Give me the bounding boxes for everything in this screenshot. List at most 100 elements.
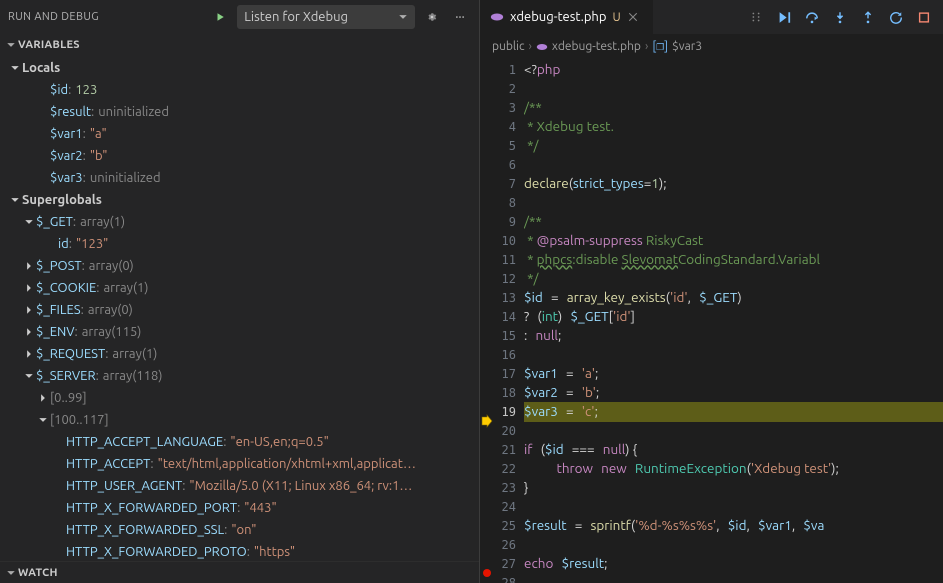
code-editor[interactable]: 1<?php23/**4 * Xdebug test.5 */67declare…: [480, 60, 943, 583]
code-line[interactable]: 24: [480, 497, 943, 516]
code-line[interactable]: 17$var1 = 'a';: [480, 364, 943, 383]
variable-row[interactable]: HTTP_X_FORWARDED_PROTO: "https": [0, 541, 479, 561]
line-number[interactable]: 23: [494, 481, 524, 495]
code-line[interactable]: 14? (int) $_GET['id']: [480, 307, 943, 326]
chevron-right-icon[interactable]: [22, 303, 36, 317]
line-number[interactable]: 25: [494, 519, 524, 533]
more-actions-button[interactable]: [449, 6, 471, 28]
step-over-button[interactable]: [799, 4, 825, 30]
chevron-right-icon[interactable]: [22, 259, 36, 273]
step-into-button[interactable]: [827, 4, 853, 30]
line-content[interactable]: : null;: [524, 326, 943, 346]
line-number[interactable]: 16: [494, 348, 524, 362]
line-content[interactable]: /**: [524, 212, 943, 232]
variable-row[interactable]: $var3: uninitialized: [0, 167, 479, 189]
line-number[interactable]: 5: [494, 139, 524, 153]
code-line[interactable]: 20: [480, 421, 943, 440]
line-content[interactable]: echo $result;: [524, 554, 943, 574]
code-line[interactable]: 13$id = array_key_exists('id', $_GET): [480, 288, 943, 307]
variable-row[interactable]: HTTP_X_FORWARDED_SSL: "on": [0, 519, 479, 541]
line-number[interactable]: 20: [494, 424, 524, 438]
code-line[interactable]: 3/**: [480, 98, 943, 117]
line-number[interactable]: 28: [494, 576, 524, 583]
code-line[interactable]: 23}: [480, 478, 943, 497]
line-content[interactable]: $result = sprintf('%d-%s%s%s', $id, $var…: [524, 516, 943, 536]
line-content[interactable]: $var1 = 'a';: [524, 364, 943, 384]
chevron-down-icon[interactable]: [22, 215, 36, 229]
chevron-down-icon[interactable]: [22, 369, 36, 383]
variable-row[interactable]: $id: 123: [0, 79, 479, 101]
chevron-right-icon[interactable]: [36, 391, 50, 405]
code-line[interactable]: 27echo $result;: [480, 554, 943, 573]
code-line[interactable]: 1<?php: [480, 60, 943, 79]
variable-row[interactable]: id: "123": [0, 233, 479, 255]
variable-row[interactable]: [100..117]: [0, 409, 479, 431]
line-number[interactable]: 9: [494, 215, 524, 229]
line-number[interactable]: 3: [494, 101, 524, 115]
line-content[interactable]: }: [524, 478, 943, 498]
code-line[interactable]: 12 */: [480, 269, 943, 288]
variables-section[interactable]: VARIABLES: [0, 34, 479, 56]
code-line[interactable]: 7declare(strict_types=1);: [480, 174, 943, 193]
line-number[interactable]: 2: [494, 82, 524, 96]
line-content[interactable]: $id = array_key_exists('id', $_GET): [524, 288, 943, 308]
stop-button[interactable]: [911, 4, 937, 30]
code-line[interactable]: 9/**: [480, 212, 943, 231]
line-number[interactable]: 21: [494, 443, 524, 457]
tab-xdebug-test[interactable]: xdebug-test.php U: [480, 0, 654, 34]
line-number[interactable]: 6: [494, 158, 524, 172]
line-content[interactable]: * Xdebug test.: [524, 117, 943, 137]
line-content[interactable]: throw new RuntimeException('Xdebug test'…: [524, 459, 943, 479]
variable-row[interactable]: $_COOKIE: array(1): [0, 277, 479, 299]
line-content[interactable]: ? (int) $_GET['id']: [524, 307, 943, 327]
variable-row[interactable]: $_ENV: array(115): [0, 321, 479, 343]
breakpoint-icon[interactable]: [483, 569, 491, 577]
code-line[interactable]: 25$result = sprintf('%d-%s%s%s', $id, $v…: [480, 516, 943, 535]
line-number[interactable]: 8: [494, 196, 524, 210]
variable-row[interactable]: $var1: "a": [0, 123, 479, 145]
line-content[interactable]: <?php: [524, 60, 943, 80]
superglobals-scope[interactable]: Superglobals: [0, 189, 479, 211]
close-icon[interactable]: [627, 11, 643, 23]
line-number[interactable]: 26: [494, 538, 524, 552]
breadcrumbs[interactable]: public › xdebug-test.php › [❐] $var3: [480, 34, 943, 60]
line-number[interactable]: 1: [494, 63, 524, 77]
code-line[interactable]: 2: [480, 79, 943, 98]
code-line[interactable]: 28: [480, 573, 943, 583]
drag-handle-icon[interactable]: [743, 4, 769, 30]
line-number[interactable]: 12: [494, 272, 524, 286]
variable-row[interactable]: $_SERVER: array(118): [0, 365, 479, 387]
breadcrumb-symbol[interactable]: $var3: [672, 40, 702, 53]
variable-row[interactable]: HTTP_USER_AGENT: "Mozilla/5.0 (X11; Linu…: [0, 475, 479, 497]
line-number[interactable]: 17: [494, 367, 524, 381]
line-number[interactable]: 15: [494, 329, 524, 343]
gear-icon[interactable]: [421, 6, 443, 28]
code-line[interactable]: 11 * phpcs:disable SlevomatCodingStandar…: [480, 250, 943, 269]
variable-row[interactable]: [0..99]: [0, 387, 479, 409]
line-number[interactable]: 19: [494, 405, 524, 419]
code-line[interactable]: 18$var2 = 'b';: [480, 383, 943, 402]
line-content[interactable]: */: [524, 269, 943, 289]
line-content[interactable]: if ($id === null) {: [524, 440, 943, 460]
restart-button[interactable]: [883, 4, 909, 30]
chevron-right-icon[interactable]: [22, 281, 36, 295]
code-line[interactable]: 22 throw new RuntimeException('Xdebug te…: [480, 459, 943, 478]
code-line[interactable]: 16: [480, 345, 943, 364]
continue-button[interactable]: [771, 4, 797, 30]
step-out-button[interactable]: [855, 4, 881, 30]
code-line[interactable]: 4 * Xdebug test.: [480, 117, 943, 136]
line-number[interactable]: 18: [494, 386, 524, 400]
line-number[interactable]: 11: [494, 253, 524, 267]
code-line[interactable]: 26: [480, 535, 943, 554]
line-content[interactable]: * phpcs:disable SlevomatCodingStandard.V…: [524, 250, 943, 270]
line-number[interactable]: 27: [494, 557, 524, 571]
code-line[interactable]: 19$var3 = 'c';: [480, 402, 943, 421]
code-line[interactable]: 10 * @psalm-suppress RiskyCast: [480, 231, 943, 250]
chevron-right-icon[interactable]: [22, 347, 36, 361]
line-number[interactable]: 7: [494, 177, 524, 191]
line-number[interactable]: 13: [494, 291, 524, 305]
line-content[interactable]: $var2 = 'b';: [524, 383, 943, 403]
line-content[interactable]: /**: [524, 98, 943, 118]
variable-row[interactable]: $_REQUEST: array(1): [0, 343, 479, 365]
line-number[interactable]: 22: [494, 462, 524, 476]
